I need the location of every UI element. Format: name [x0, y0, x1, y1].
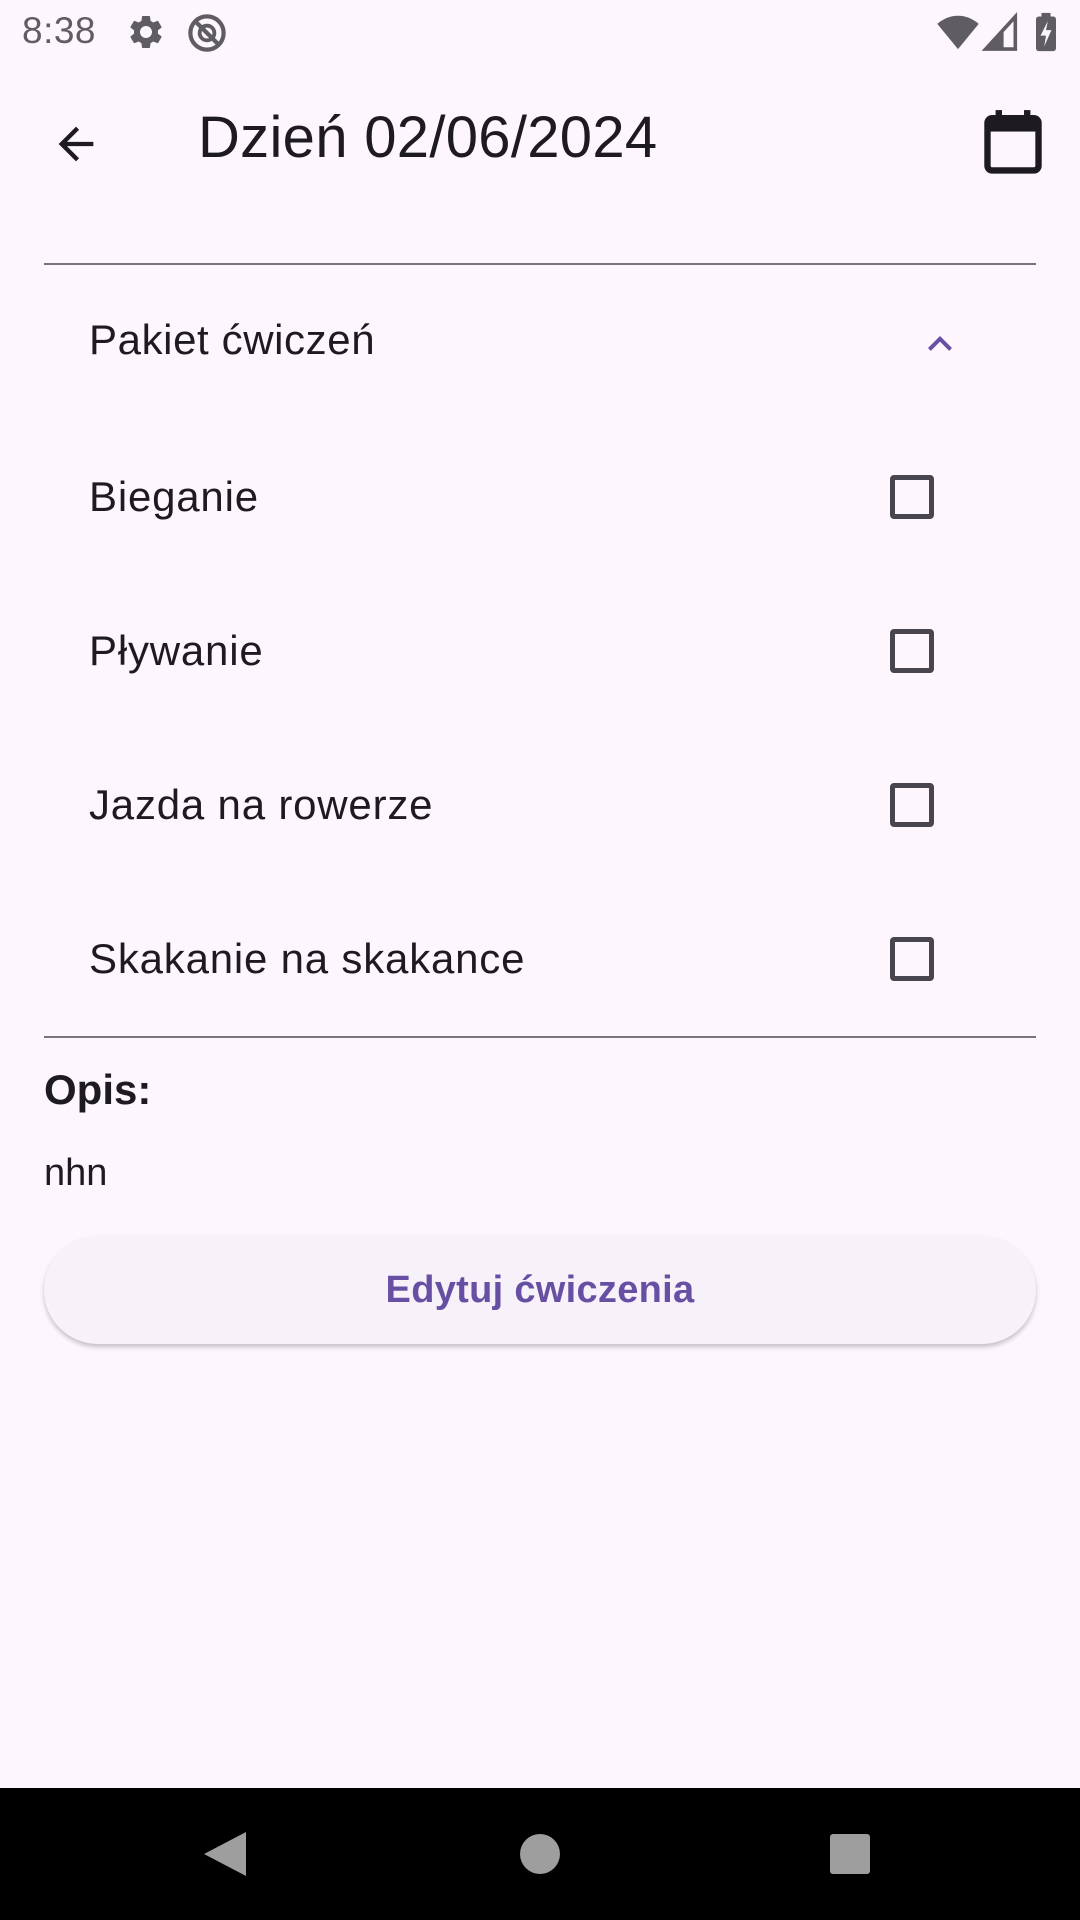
- status-bar: 8:38: [0, 0, 1080, 66]
- back-button[interactable]: [36, 106, 116, 186]
- exercise-package-header[interactable]: Pakiet ćwiczeń: [44, 280, 1036, 406]
- wifi-icon: [936, 14, 980, 55]
- top-app-bar: Dzień 02/06/2024: [0, 66, 1080, 216]
- nav-home-icon[interactable]: [520, 1834, 560, 1874]
- exercise-label: Bieganie: [89, 473, 259, 520]
- page-title: Dzień 02/06/2024: [198, 105, 658, 170]
- description-value: nhn: [44, 1152, 108, 1194]
- exercise-item-plywanie[interactable]: Pływanie: [44, 574, 1036, 728]
- nav-recents-icon[interactable]: [830, 1834, 870, 1874]
- arrow-back-icon: [50, 118, 102, 175]
- nav-back-icon[interactable]: [204, 1832, 246, 1876]
- exercise-checkbox[interactable]: [890, 937, 934, 981]
- calendar-button[interactable]: [976, 102, 1050, 186]
- battery-charging-icon: [1034, 12, 1058, 57]
- exercise-checkbox[interactable]: [890, 629, 934, 673]
- chevron-up-icon: [916, 320, 964, 368]
- calendar-icon: [984, 109, 1042, 179]
- exercise-label: Skakanie na skakance: [89, 935, 526, 982]
- top-divider: [44, 263, 1036, 265]
- edit-exercises-button[interactable]: Edytuj ćwiczenia: [44, 1236, 1036, 1344]
- exercise-package-title: Pakiet ćwiczeń: [89, 316, 376, 363]
- description-label: Opis:: [44, 1066, 152, 1113]
- exercise-label: Pływanie: [89, 627, 264, 674]
- system-navigation-bar: [0, 1788, 1080, 1920]
- do-not-disturb-icon: [186, 12, 228, 59]
- exercise-label: Jazda na rowerze: [89, 781, 434, 828]
- exercise-item-bieganie[interactable]: Bieganie: [44, 420, 1036, 574]
- status-time: 8:38: [22, 10, 97, 51]
- bottom-divider: [44, 1036, 1036, 1038]
- exercise-checkbox[interactable]: [890, 783, 934, 827]
- exercise-item-jazda-na-rowerze[interactable]: Jazda na rowerze: [44, 728, 1036, 882]
- gear-icon: [126, 12, 166, 57]
- exercise-item-skakanie-na-skakance[interactable]: Skakanie na skakance: [44, 882, 1036, 1036]
- signal-icon: [981, 12, 1018, 57]
- exercise-checkbox[interactable]: [890, 475, 934, 519]
